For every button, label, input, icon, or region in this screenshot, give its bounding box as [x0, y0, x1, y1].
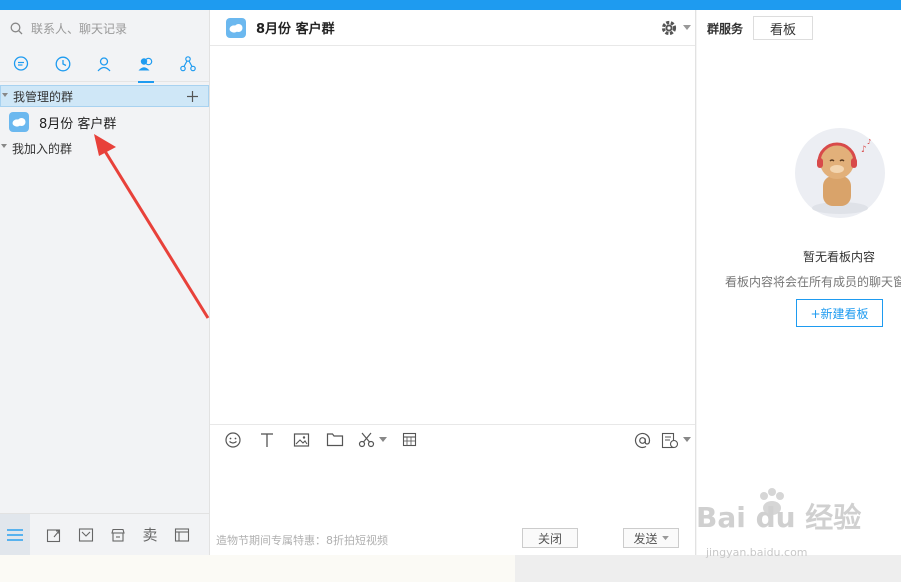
send-label: 发送 — [633, 531, 658, 546]
watermark: Bai du 经验 jingyan.baidu.com — [690, 488, 890, 559]
managed-groups-label: 我管理的群 — [13, 89, 74, 104]
shop-icon — [111, 528, 125, 542]
chat-bubble-icon — [13, 55, 29, 71]
file-button[interactable] — [318, 426, 352, 454]
chat-window: 8月份 客户群 造物节期间专属特惠：8折拍短视频 关闭 发送 — [210, 10, 696, 555]
message-area[interactable] — [210, 46, 695, 424]
text-format-icon — [261, 432, 273, 447]
svg-text:♪: ♪ — [861, 145, 867, 155]
group-service-header: 群服务 看板 — [697, 10, 901, 46]
close-button[interactable]: 关闭 — [522, 528, 578, 548]
background-strip — [0, 555, 901, 582]
window-button[interactable] — [166, 514, 198, 556]
watermark-url: jingyan.baidu.com — [706, 546, 808, 559]
org-tree-icon — [180, 55, 196, 71]
group-service-title: 群服务 — [707, 21, 744, 36]
empty-state-illustration: ♪ ♪ — [795, 128, 885, 218]
search-box[interactable]: 联系人、聊天记录 — [0, 10, 209, 46]
group-icon — [138, 57, 153, 70]
managed-groups-header[interactable]: 我管理的群 — [0, 85, 209, 107]
empty-description: 看板内容将会在所有成员的聊天窗 — [725, 275, 901, 289]
group-avatar-icon — [9, 112, 29, 132]
smiley-icon — [225, 431, 241, 448]
tab-board[interactable]: 看板 — [753, 16, 814, 40]
history-button[interactable] — [659, 426, 693, 454]
folder-icon — [326, 433, 344, 447]
mention-button[interactable] — [625, 426, 659, 454]
document-clock-icon — [661, 432, 679, 448]
search-input[interactable]: 联系人、聊天记录 — [31, 20, 127, 37]
tab-organization[interactable] — [173, 46, 203, 82]
chevron-down-icon — [378, 436, 387, 442]
export-icon — [46, 528, 61, 542]
add-group-icon[interactable] — [187, 90, 198, 102]
image-button[interactable] — [284, 426, 318, 454]
empty-title: 暂无看板内容 — [803, 250, 876, 264]
screenshot-button[interactable] — [352, 426, 392, 454]
chat-title: 8月份 客户群 — [256, 22, 335, 37]
nav-tabs — [0, 46, 209, 83]
calendar-button[interactable] — [392, 426, 426, 454]
shop-button[interactable] — [102, 514, 134, 556]
tab-contacts[interactable] — [89, 46, 119, 82]
group-service-panel: 群服务 看板 ♪ ♪ 暂无看板内容 看板内容将会在所有成员的聊天窗 +新建看板 — [697, 10, 901, 555]
tab-groups[interactable] — [131, 46, 161, 83]
menu-icon — [7, 528, 23, 541]
new-board-button[interactable]: +新建看板 — [796, 299, 883, 327]
at-sign-icon — [634, 432, 650, 448]
image-icon — [293, 432, 309, 447]
expand-triangle-icon — [1, 144, 7, 148]
emoji-button[interactable] — [216, 426, 250, 454]
calendar-icon — [402, 432, 416, 447]
search-icon — [10, 22, 23, 34]
export-button[interactable] — [38, 514, 70, 556]
message-input[interactable] — [210, 454, 695, 524]
joined-groups-header[interactable]: 我加入的群 — [0, 137, 209, 159]
left-bottom-bar: 卖 — [0, 513, 209, 556]
watermark-text: Bai du 经验 — [696, 501, 862, 534]
main-menu-button[interactable] — [0, 513, 30, 556]
chevron-down-icon — [683, 437, 691, 442]
group-avatar-icon — [226, 17, 246, 38]
gear-icon — [661, 20, 677, 36]
input-toolbar — [210, 424, 695, 454]
chevron-down-icon — [661, 535, 669, 540]
scissors-icon — [358, 432, 374, 448]
contacts-panel: 联系人、聊天记录 我管理的群 8月份 客户群 我加入的群 卖 — [0, 10, 210, 556]
sell-button[interactable]: 卖 — [134, 514, 166, 556]
group-name: 8月份 客户群 — [39, 116, 117, 132]
chat-header: 8月份 客户群 — [210, 10, 695, 46]
font-button[interactable] — [250, 426, 284, 454]
group-list-item[interactable]: 8月份 客户群 — [0, 107, 209, 137]
settings-button[interactable] — [659, 18, 691, 38]
person-icon — [97, 56, 111, 71]
tab-recent[interactable] — [48, 46, 78, 82]
window-top-bar — [0, 0, 901, 10]
svg-text:♪: ♪ — [867, 138, 871, 146]
expand-triangle-icon — [2, 93, 8, 97]
clock-icon — [55, 56, 71, 71]
mailbox-icon — [78, 527, 94, 542]
chat-footer: 造物节期间专属特惠：8折拍短视频 关闭 发送 — [210, 525, 695, 555]
window-icon — [174, 527, 190, 542]
tab-chats[interactable] — [6, 46, 36, 82]
promo-link[interactable]: 造物节期间专属特惠：8折拍短视频 — [216, 532, 388, 548]
mail-button[interactable] — [70, 514, 102, 556]
send-button[interactable]: 发送 — [623, 528, 679, 548]
joined-groups-label: 我加入的群 — [12, 141, 73, 156]
chevron-down-icon — [683, 25, 691, 30]
toolbar-right — [625, 426, 693, 454]
